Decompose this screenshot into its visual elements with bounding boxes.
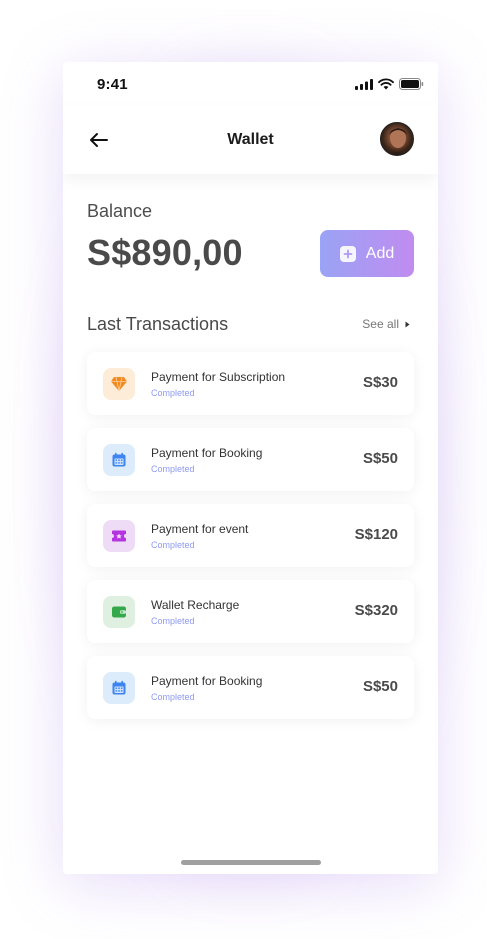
transaction-name: Payment for Booking xyxy=(151,674,263,688)
wifi-icon xyxy=(378,78,394,90)
wallet-icon xyxy=(112,606,126,618)
balance-label: Balance xyxy=(87,201,153,221)
transaction-status: Completed xyxy=(151,388,195,398)
transaction-status: Completed xyxy=(151,464,195,474)
status-icons xyxy=(355,78,424,90)
transaction-icon-box xyxy=(103,520,135,552)
transaction-status: Completed xyxy=(151,540,195,550)
transaction-item[interactable]: Payment for event Completed S$120 xyxy=(87,504,414,567)
top-navigation: Wallet xyxy=(63,106,438,174)
avatar[interactable] xyxy=(380,122,414,156)
transaction-amount: S$50 xyxy=(362,450,398,467)
transaction-item[interactable]: Payment for Booking Completed S$50 xyxy=(87,656,414,719)
transaction-amount: S$120 xyxy=(354,526,398,543)
diamond-icon xyxy=(111,376,127,392)
calendar-icon xyxy=(112,680,126,695)
home-indicator xyxy=(181,860,321,865)
transaction-status: Completed xyxy=(151,692,195,702)
transaction-item[interactable]: Wallet Recharge Completed S$320 xyxy=(87,580,414,643)
status-bar: 9:41 xyxy=(63,62,438,106)
transaction-amount: S$320 xyxy=(354,602,398,619)
ticket-icon xyxy=(112,530,126,542)
transaction-status: Completed xyxy=(151,616,195,626)
transaction-item[interactable]: Payment for Booking Completed S$50 xyxy=(87,428,414,491)
transaction-icon-box xyxy=(103,596,135,628)
transaction-icon-box xyxy=(103,672,135,704)
transaction-name: Wallet Recharge xyxy=(151,598,240,612)
caret-right-icon xyxy=(405,321,410,327)
section-title: Last Transactions xyxy=(87,314,229,334)
transaction-amount: S$50 xyxy=(362,678,398,695)
status-time: 9:41 xyxy=(97,75,128,93)
add-button-label: Add xyxy=(365,244,395,262)
balance-value: S$890,00 xyxy=(87,232,243,273)
signal-icon xyxy=(355,78,373,90)
calendar-icon xyxy=(112,452,126,467)
transaction-name: Payment for Booking xyxy=(151,446,263,460)
plus-icon xyxy=(339,245,356,262)
transaction-amount: S$30 xyxy=(362,374,398,391)
battery-icon xyxy=(399,78,424,90)
see-all-link[interactable]: See all xyxy=(362,317,410,331)
transaction-list: Payment for Subscription Completed S$30 xyxy=(87,352,414,732)
transaction-item[interactable]: Payment for Subscription Completed S$30 xyxy=(87,352,414,415)
phone-screen: 9:41 Wallet Balance S$890,00 Add Last Tr… xyxy=(63,62,438,874)
transaction-name: Payment for Subscription xyxy=(151,370,286,384)
arrow-left-icon xyxy=(90,133,108,147)
transaction-icon-box xyxy=(103,444,135,476)
page-title: Wallet xyxy=(227,131,274,148)
avatar-image xyxy=(389,128,407,155)
transaction-name: Payment for event xyxy=(151,522,249,536)
back-button[interactable] xyxy=(87,130,111,150)
see-all-label: See all xyxy=(362,317,399,331)
add-balance-button[interactable]: Add xyxy=(320,230,414,277)
transaction-icon-box xyxy=(103,368,135,400)
